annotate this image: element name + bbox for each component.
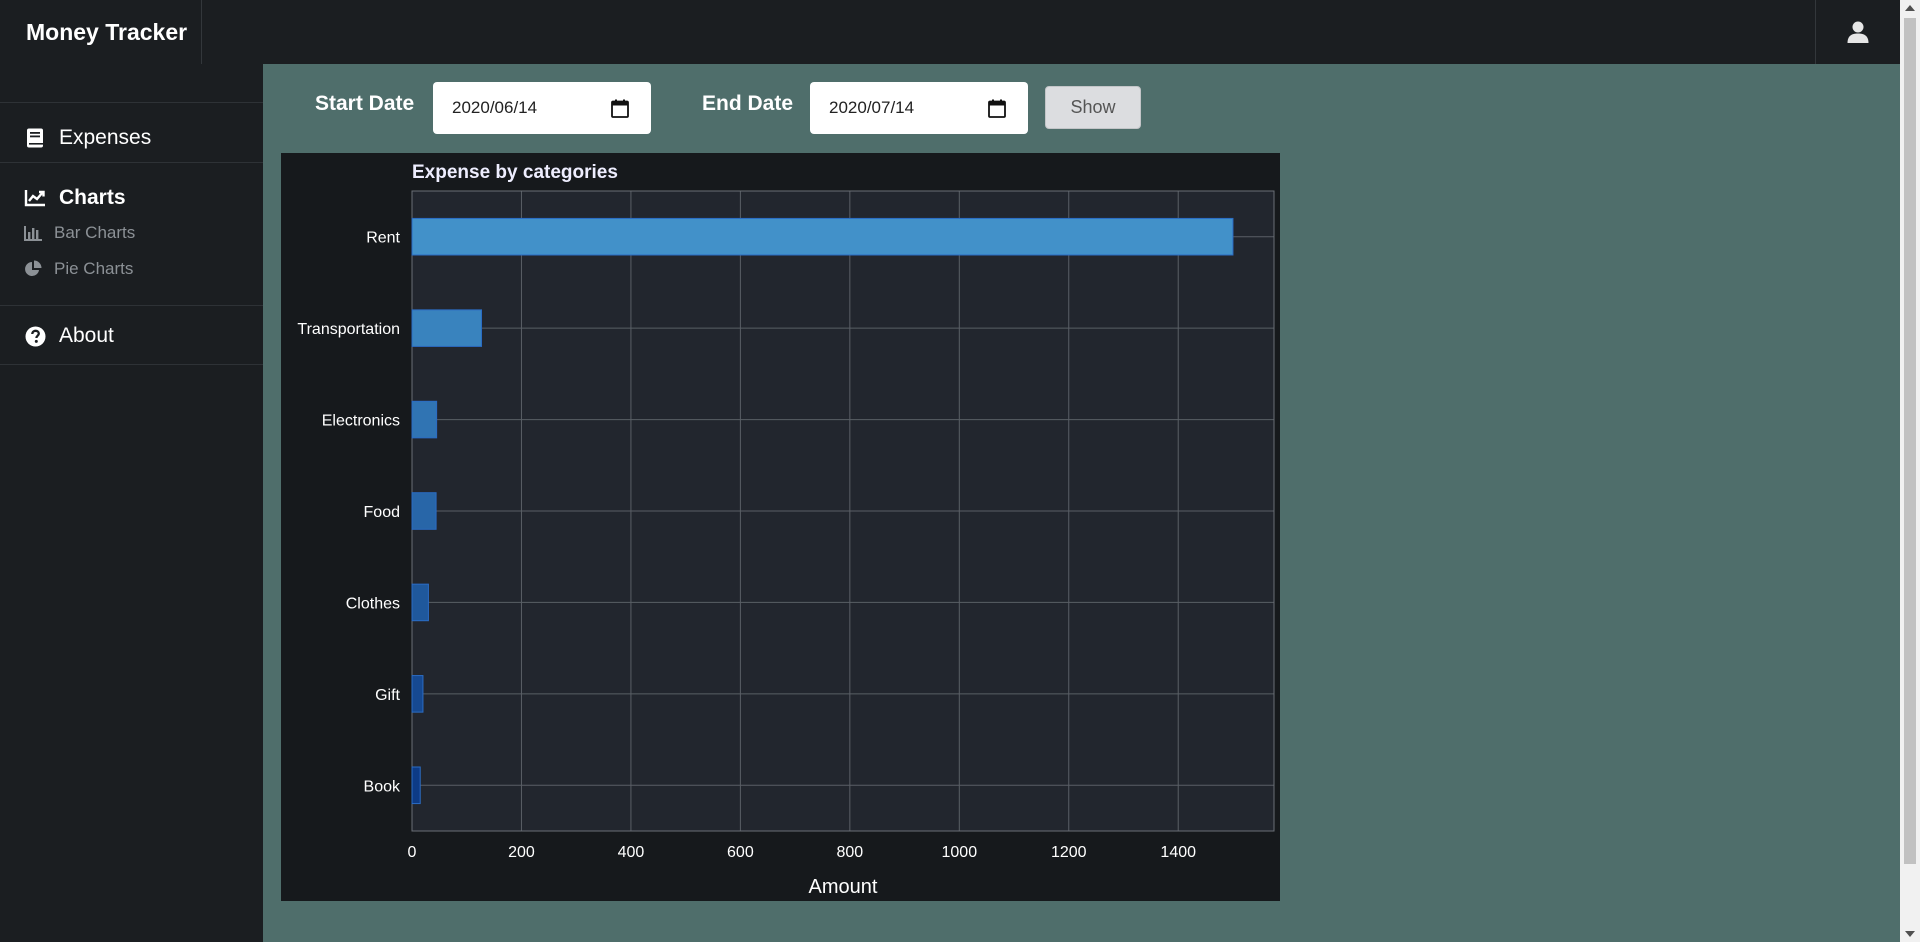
bar-food: [411, 492, 437, 530]
book-icon: [24, 127, 46, 149]
x-tick-label: 200: [508, 844, 535, 861]
x-tick-label: 1400: [1160, 844, 1196, 861]
x-tick-label: 0: [408, 844, 417, 861]
bar-gift: [411, 675, 424, 713]
y-tick-label: Gift: [375, 687, 400, 704]
start-date-label: Start Date: [315, 92, 415, 115]
chart-title: Expense by categories: [412, 162, 618, 183]
end-date-input[interactable]: 2020/07/14: [810, 82, 1028, 134]
bar-rent: [411, 217, 1234, 256]
start-date-input[interactable]: 2020/06/14: [433, 82, 651, 134]
bar-book: [411, 766, 421, 805]
sidebar-item-charts[interactable]: Charts: [24, 182, 126, 214]
show-button[interactable]: Show: [1045, 86, 1141, 129]
scrollbar-thumb[interactable]: [1904, 18, 1916, 864]
top-navbar: Money Tracker: [0, 0, 1900, 64]
sidebar-item-label: Charts: [59, 186, 126, 209]
question-circle-icon: [24, 325, 46, 347]
sidebar-item-label: About: [59, 324, 114, 347]
x-axis-label: Amount: [809, 876, 878, 898]
scroll-down-arrow-icon[interactable]: [1905, 931, 1915, 937]
sidebar-divider: [0, 305, 263, 306]
expense-bar-chart: 0 200 400 600 800 1000 1200 1400 Rent Transportat…: [281, 153, 1280, 901]
scroll-up-arrow-icon[interactable]: [1905, 5, 1915, 11]
sidebar-item-bar-charts[interactable]: Bar Charts: [24, 221, 135, 245]
calendar-icon[interactable]: [988, 99, 1006, 118]
sidebar-subitem-label: Bar Charts: [54, 223, 136, 242]
vertical-scrollbar[interactable]: [1900, 0, 1920, 942]
sidebar: Expenses Charts Bar Charts Pie Charts Ab…: [0, 64, 263, 942]
y-tick-label: Food: [364, 504, 400, 521]
sidebar-subitem-label: Pie Charts: [54, 259, 134, 278]
sidebar-divider: [0, 102, 263, 103]
chart-canvas: 0 200 400 600 800 1000 1200 1400 Rent Transportat…: [297, 190, 1275, 898]
end-date-value: 2020/07/14: [829, 98, 915, 117]
user-icon: [1847, 21, 1869, 43]
sidebar-item-pie-charts[interactable]: Pie Charts: [24, 257, 133, 281]
bar-clothes: [411, 583, 429, 622]
app-brand[interactable]: Money Tracker: [0, 0, 202, 64]
sidebar-item-about[interactable]: About: [24, 320, 114, 352]
line-chart-icon: [24, 187, 46, 209]
y-tick-label: Electronics: [322, 413, 400, 430]
y-tick-label: Book: [364, 778, 401, 795]
bar-chart-icon: [24, 224, 42, 242]
user-menu-button[interactable]: [1815, 0, 1900, 64]
end-date-label: End Date: [702, 92, 794, 115]
pie-chart-icon: [24, 260, 42, 278]
y-tick-label: Rent: [366, 230, 400, 247]
start-date-value: 2020/06/14: [452, 98, 538, 117]
y-tick-label: Clothes: [346, 595, 400, 612]
x-tick-label: 400: [618, 844, 645, 861]
x-tick-label: 600: [727, 844, 754, 861]
x-tick-label: 800: [836, 844, 863, 861]
x-tick-label: 1200: [1051, 844, 1087, 861]
sidebar-item-expenses[interactable]: Expenses: [24, 122, 151, 154]
bar-electronics: [411, 400, 438, 439]
sidebar-divider: [0, 162, 263, 163]
bar-transportation: [411, 309, 483, 347]
x-tick-label: 1000: [942, 844, 978, 861]
y-tick-label: Transportation: [297, 321, 400, 338]
sidebar-item-label: Expenses: [59, 126, 152, 149]
sidebar-divider: [0, 364, 263, 365]
calendar-icon[interactable]: [611, 99, 629, 118]
